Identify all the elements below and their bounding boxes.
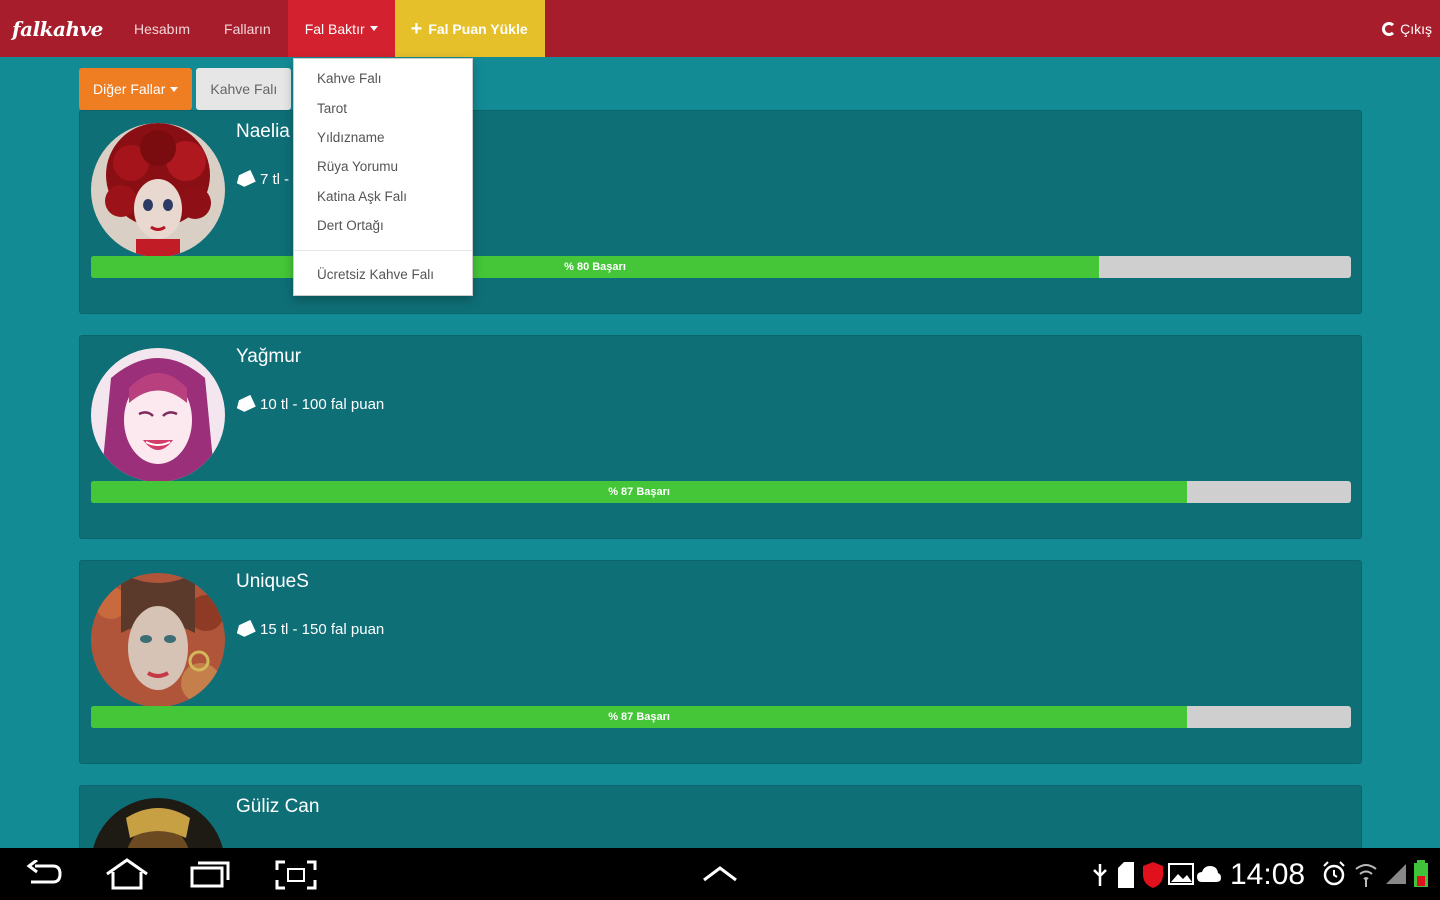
success-progress-fill: % 87 Başarı — [91, 481, 1188, 503]
reader-price: 10 tl - 100 fal puan — [236, 396, 384, 413]
cloud-icon — [1197, 866, 1221, 882]
caret-down-icon — [170, 86, 179, 92]
menu-item-kahve-fali[interactable]: Kahve Falı — [294, 64, 472, 93]
nav-fallarim-label: Falların — [224, 20, 271, 37]
reader-card[interactable]: Naelia 7 tl - 70 fal puan % 80 Başarı — [79, 110, 1362, 314]
chevron-up-icon[interactable] — [702, 866, 738, 882]
menu-item-ruya-yorumu[interactable]: Rüya Yorumu — [294, 152, 472, 181]
success-label: % 87 Başarı — [608, 711, 670, 723]
reader-price: 15 tl - 150 fal puan — [236, 621, 384, 638]
screenshot-icon[interactable] — [275, 860, 317, 890]
menu-item-ucretsiz-kahve-fali[interactable]: Ücretsiz Kahve Falı — [294, 259, 472, 288]
sd-card-icon — [1118, 862, 1134, 888]
tab-diger-fallar-label: Diğer Fallar — [93, 81, 166, 97]
logout-button[interactable]: Çıkış — [1382, 0, 1432, 57]
battery-icon — [1414, 860, 1428, 887]
home-icon[interactable] — [103, 858, 151, 890]
tag-icon — [234, 620, 256, 639]
success-progress-bar: % 87 Başarı — [91, 481, 1351, 503]
menu-divider — [294, 250, 472, 252]
reader-name: UniqueS — [236, 571, 309, 592]
reader-name: Güliz Can — [236, 796, 320, 817]
tag-icon — [234, 395, 256, 414]
caret-down-icon — [369, 26, 378, 31]
system-navigation-bar: 14:08 — [0, 848, 1440, 900]
status-clock: 14:08 — [1230, 858, 1306, 891]
reader-name: Yağmur — [236, 346, 302, 367]
gallery-icon — [1168, 863, 1194, 885]
avatar — [91, 348, 225, 482]
success-label: % 80 Başarı — [564, 261, 626, 273]
logout-label: Çıkış — [1400, 20, 1432, 37]
nav-fal-baktir-label: Fal Baktır — [304, 20, 365, 37]
tab-diger-fallar[interactable]: Diğer Fallar — [79, 68, 193, 110]
wifi-icon — [1355, 864, 1377, 887]
shield-icon — [1143, 862, 1163, 888]
nav-fal-puan-yukle-button[interactable]: + Fal Puan Yükle — [394, 0, 545, 57]
avatar — [91, 123, 225, 257]
usb-icon — [1093, 864, 1107, 886]
nav-fal-baktir-dropdown[interactable]: Fal Baktır — [287, 0, 395, 57]
nav-fal-puan-yukle-label: Fal Puan Yükle — [428, 20, 528, 37]
tag-icon — [234, 170, 256, 189]
reader-price-text: 15 tl - 150 fal puan — [260, 621, 385, 638]
menu-item-dert-ortagi[interactable]: Dert Ortağı — [294, 211, 472, 240]
menu-item-yildizname[interactable]: Yıldızname — [294, 123, 472, 152]
success-progress-bar: % 80 Başarı — [91, 256, 1351, 278]
reader-name: Naelia — [236, 121, 290, 142]
nav-fallarim[interactable]: Falların — [207, 0, 288, 57]
plus-icon: + — [410, 17, 423, 40]
logout-icon — [1382, 21, 1397, 36]
reader-card[interactable]: UniqueS 15 tl - 150 fal puan % 87 Başarı — [79, 560, 1362, 764]
menu-item-katina-ask-fali[interactable]: Katina Aşk Falı — [294, 182, 472, 211]
tab-kahve-fali[interactable]: Kahve Falı — [196, 68, 292, 110]
menu-item-tarot[interactable]: Tarot — [294, 93, 472, 122]
avatar — [91, 573, 225, 707]
fal-baktir-dropdown-menu: Kahve Falı Tarot Yıldızname Rüya Yorumu … — [293, 58, 473, 296]
top-navbar: falkahve Hesabım Falların Fal Baktır + F… — [0, 0, 1440, 57]
nav-hesabim[interactable]: Hesabım — [117, 0, 207, 57]
success-label: % 87 Başarı — [608, 486, 670, 498]
subtabs: Diğer Fallar Kahve Falı — [79, 68, 292, 110]
reader-price-text: 10 tl - 100 fal puan — [260, 396, 385, 413]
success-progress-fill: % 87 Başarı — [91, 706, 1188, 728]
success-progress-fill: % 80 Başarı — [91, 256, 1099, 278]
brand-logo[interactable]: falkahve — [12, 17, 112, 41]
signal-icon — [1386, 864, 1406, 884]
back-icon[interactable] — [25, 860, 63, 888]
reader-card[interactable]: Yağmur 10 tl - 100 fal puan % 87 Başarı — [79, 335, 1362, 539]
nav-hesabim-label: Hesabım — [134, 20, 191, 37]
tab-kahve-fali-label: Kahve Falı — [210, 81, 278, 97]
recent-apps-icon[interactable] — [190, 860, 232, 888]
alarm-icon — [1323, 861, 1345, 886]
success-progress-bar: % 87 Başarı — [91, 706, 1351, 728]
